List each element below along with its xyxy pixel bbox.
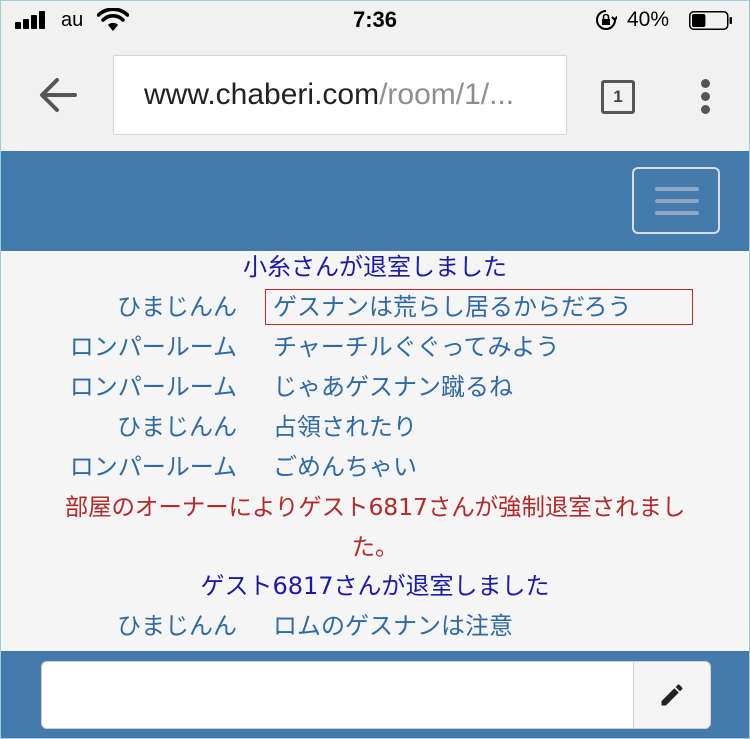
phone-screen: au 7:36 40% www.chaberi.com/room/1/... 1… (0, 0, 750, 739)
battery-icon (689, 11, 732, 30)
rotation-lock-icon (596, 10, 617, 30)
tab-switcher-icon[interactable]: 1 (601, 80, 635, 114)
chat-text: チャーチルぐぐってみよう (273, 333, 560, 361)
chat-username: ひまじんん (117, 413, 237, 441)
chat-username: ロンパールーム (69, 373, 237, 401)
url-bar[interactable]: www.chaberi.com/room/1/... (113, 55, 567, 135)
pencil-icon (661, 684, 683, 706)
browser-toolbar: www.chaberi.com/room/1/... 1 (1, 39, 749, 151)
chat-username: ひまじんん (117, 293, 237, 321)
chat-text: ゲスナンは荒らし居るからだろう (273, 293, 632, 321)
url-host: www.chaberi.com (144, 78, 380, 111)
chat-text: 占領されたり (273, 413, 417, 441)
hamburger-icon[interactable] (632, 167, 720, 234)
chat-text: ロムのゲスナンは注意 (273, 612, 513, 640)
battery-percent: 40% (627, 8, 670, 31)
url-path: /room/1/... (379, 78, 515, 111)
chat-log: 小糸さんが退室しました ひまじんん ゲスナンは荒らし居るからだろう ロンパールー… (1, 251, 749, 651)
chat-username: ひまじんん (117, 612, 237, 640)
chat-text: ごめんちゃい (273, 453, 417, 481)
kick-notice-line2: た。 (351, 533, 399, 561)
status-bar: au 7:36 40% (1, 1, 749, 39)
system-message: 小糸さんが退室しました (243, 253, 507, 281)
kick-notice-line1: 部屋のオーナーによりゲスト6817さんが強制退室されまし (64, 493, 686, 521)
chat-text: じゃあゲスナン蹴るね (273, 373, 513, 401)
send-button[interactable] (633, 661, 711, 729)
chat-username: ロンパールーム (69, 453, 237, 481)
chat-username: ロンパールーム (69, 333, 237, 361)
chat-input[interactable] (41, 661, 633, 729)
system-message: ゲスト6817さんが退室しました (200, 572, 550, 600)
back-arrow-icon[interactable] (33, 75, 81, 115)
more-vert-icon[interactable] (701, 79, 711, 115)
